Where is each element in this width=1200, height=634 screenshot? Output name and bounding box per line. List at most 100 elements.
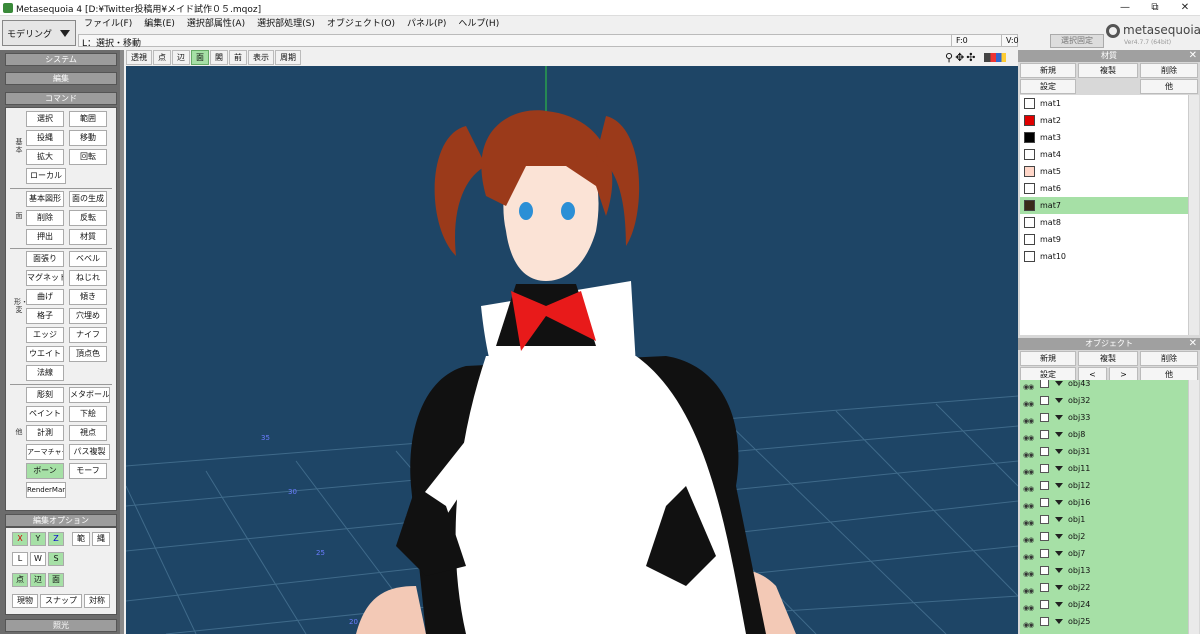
- cmd-vertex-color[interactable]: 頂点色: [69, 346, 107, 362]
- object-list-scrollbar[interactable]: [1188, 380, 1199, 634]
- cmd-lasso[interactable]: 投縄: [26, 130, 64, 146]
- expand-icon[interactable]: [1055, 466, 1063, 471]
- cmd-bend[interactable]: 曲げ: [26, 289, 64, 305]
- cmd-normal[interactable]: 法線: [26, 365, 64, 381]
- list-item[interactable]: ◉◉ obj33: [1020, 409, 1188, 426]
- cmd-fill-hole[interactable]: 穴埋め: [69, 308, 107, 324]
- list-item[interactable]: ◉◉ obj13: [1020, 562, 1188, 579]
- list-item[interactable]: ◉◉ obj12: [1020, 477, 1188, 494]
- maximize-button[interactable]: ⧉: [1140, 1, 1170, 15]
- move-icon[interactable]: ✥: [955, 51, 964, 64]
- system-section[interactable]: システム: [5, 53, 117, 66]
- list-item[interactable]: mat5: [1020, 163, 1188, 180]
- cmd-delete[interactable]: 削除: [26, 210, 64, 226]
- object-duplicate-button[interactable]: 複製: [1078, 351, 1138, 366]
- expand-icon[interactable]: [1055, 568, 1063, 573]
- cmd-sculpt[interactable]: 彫刻: [26, 387, 64, 403]
- cmd-underlay[interactable]: 下絵: [69, 406, 107, 422]
- menu-help[interactable]: ヘルプ(H): [452, 16, 505, 32]
- menu-edit[interactable]: 編集(E): [138, 16, 181, 32]
- cmd-path-duplicate[interactable]: パス複製: [69, 444, 110, 460]
- local-toggle[interactable]: L: [12, 552, 28, 566]
- left-panel-scrollbar[interactable]: [120, 50, 124, 634]
- list-item[interactable]: mat7: [1020, 197, 1188, 214]
- list-item[interactable]: ◉◉ obj7: [1020, 545, 1188, 562]
- list-item[interactable]: ◉◉ obj25: [1020, 613, 1188, 630]
- axis-y-toggle[interactable]: Y: [30, 532, 46, 546]
- cmd-armature[interactable]: アーマチャー: [26, 444, 64, 460]
- color-display-icon[interactable]: [983, 53, 1006, 62]
- lock-checkbox[interactable]: [1040, 481, 1049, 490]
- lighting-section[interactable]: 照光: [5, 619, 117, 632]
- list-item[interactable]: mat2: [1020, 112, 1188, 129]
- lock-checkbox[interactable]: [1040, 447, 1049, 456]
- cmd-metaball[interactable]: メタボール: [69, 387, 110, 403]
- cmd-extrude[interactable]: 押出: [26, 229, 64, 245]
- view-point-button[interactable]: 点: [153, 50, 171, 65]
- axis-x-toggle[interactable]: X: [12, 532, 28, 546]
- view-close-button[interactable]: 閣: [210, 50, 228, 65]
- edit-section[interactable]: 編集: [5, 72, 117, 85]
- menu-selection-attribute[interactable]: 選択部属性(A): [181, 16, 251, 32]
- cmd-rotate[interactable]: 回転: [69, 149, 107, 165]
- expand-icon[interactable]: [1055, 500, 1063, 505]
- list-item[interactable]: mat9: [1020, 231, 1188, 248]
- list-item[interactable]: mat1: [1020, 95, 1188, 112]
- cmd-twist[interactable]: ねじれ: [69, 270, 107, 286]
- lock-checkbox[interactable]: [1040, 532, 1049, 541]
- menu-object[interactable]: オブジェクト(O): [321, 16, 401, 32]
- object-delete-button[interactable]: 削除: [1140, 351, 1198, 366]
- expand-icon[interactable]: [1055, 602, 1063, 607]
- close-button[interactable]: ✕: [1170, 1, 1200, 15]
- cmd-create-face[interactable]: 面の生成: [69, 191, 107, 207]
- symmetry-toggle[interactable]: 対称: [84, 594, 110, 608]
- material-delete-button[interactable]: 削除: [1140, 63, 1198, 78]
- eye-icon[interactable]: ◉◉: [1023, 617, 1034, 634]
- lock-checkbox[interactable]: [1040, 617, 1049, 626]
- command-section[interactable]: コマンド: [5, 92, 117, 105]
- expand-icon[interactable]: [1055, 449, 1063, 454]
- list-item[interactable]: mat8: [1020, 214, 1188, 231]
- cmd-renderman[interactable]: RenderMan: [26, 482, 66, 498]
- cmd-paint[interactable]: ペイント: [26, 406, 64, 422]
- material-new-button[interactable]: 新規: [1020, 63, 1076, 78]
- expand-icon[interactable]: [1055, 432, 1063, 437]
- view-perspective-button[interactable]: 透視: [126, 50, 152, 65]
- cmd-primitive[interactable]: 基本図形: [26, 191, 64, 207]
- cmd-scale[interactable]: 拡大: [26, 149, 64, 165]
- lock-checkbox[interactable]: [1040, 515, 1049, 524]
- object-new-button[interactable]: 新規: [1020, 351, 1076, 366]
- point-toggle[interactable]: 点: [12, 573, 28, 587]
- expand-icon[interactable]: [1055, 517, 1063, 522]
- rotate-icon[interactable]: ✣: [966, 51, 975, 64]
- cmd-viewpoint[interactable]: 視点: [69, 425, 107, 441]
- edge-toggle[interactable]: 辺: [30, 573, 46, 587]
- lock-checkbox[interactable]: [1040, 430, 1049, 439]
- axis-z-toggle[interactable]: Z: [48, 532, 64, 546]
- expand-icon[interactable]: [1055, 483, 1063, 488]
- list-item[interactable]: ◉◉ obj2: [1020, 528, 1188, 545]
- list-item[interactable]: ◉◉ obj32: [1020, 392, 1188, 409]
- world-toggle[interactable]: W: [30, 552, 46, 566]
- expand-icon[interactable]: [1055, 585, 1063, 590]
- list-item[interactable]: mat4: [1020, 146, 1188, 163]
- lock-checkbox[interactable]: [1040, 380, 1049, 388]
- 3d-viewport[interactable]: 35 30 25 20: [126, 66, 1018, 634]
- view-cycle-button[interactable]: 周期: [275, 50, 301, 65]
- expand-icon[interactable]: [1055, 398, 1063, 403]
- list-item[interactable]: ◉◉ obj16: [1020, 494, 1188, 511]
- cmd-bevel[interactable]: ベベル: [69, 251, 107, 267]
- lock-checkbox[interactable]: [1040, 464, 1049, 473]
- lock-checkbox[interactable]: [1040, 396, 1049, 405]
- view-edge-button[interactable]: 辺: [172, 50, 190, 65]
- zoom-icon[interactable]: ⚲: [945, 51, 953, 64]
- lock-checkbox[interactable]: [1040, 566, 1049, 575]
- mode-select[interactable]: モデリング: [2, 20, 76, 46]
- lock-checkbox[interactable]: [1040, 498, 1049, 507]
- list-item[interactable]: mat3: [1020, 129, 1188, 146]
- list-item[interactable]: ◉◉ obj8: [1020, 426, 1188, 443]
- cmd-lattice[interactable]: 格子: [26, 308, 64, 324]
- expand-icon[interactable]: [1055, 381, 1063, 386]
- range-toggle[interactable]: 範: [72, 532, 90, 546]
- view-face-button[interactable]: 面: [191, 50, 209, 65]
